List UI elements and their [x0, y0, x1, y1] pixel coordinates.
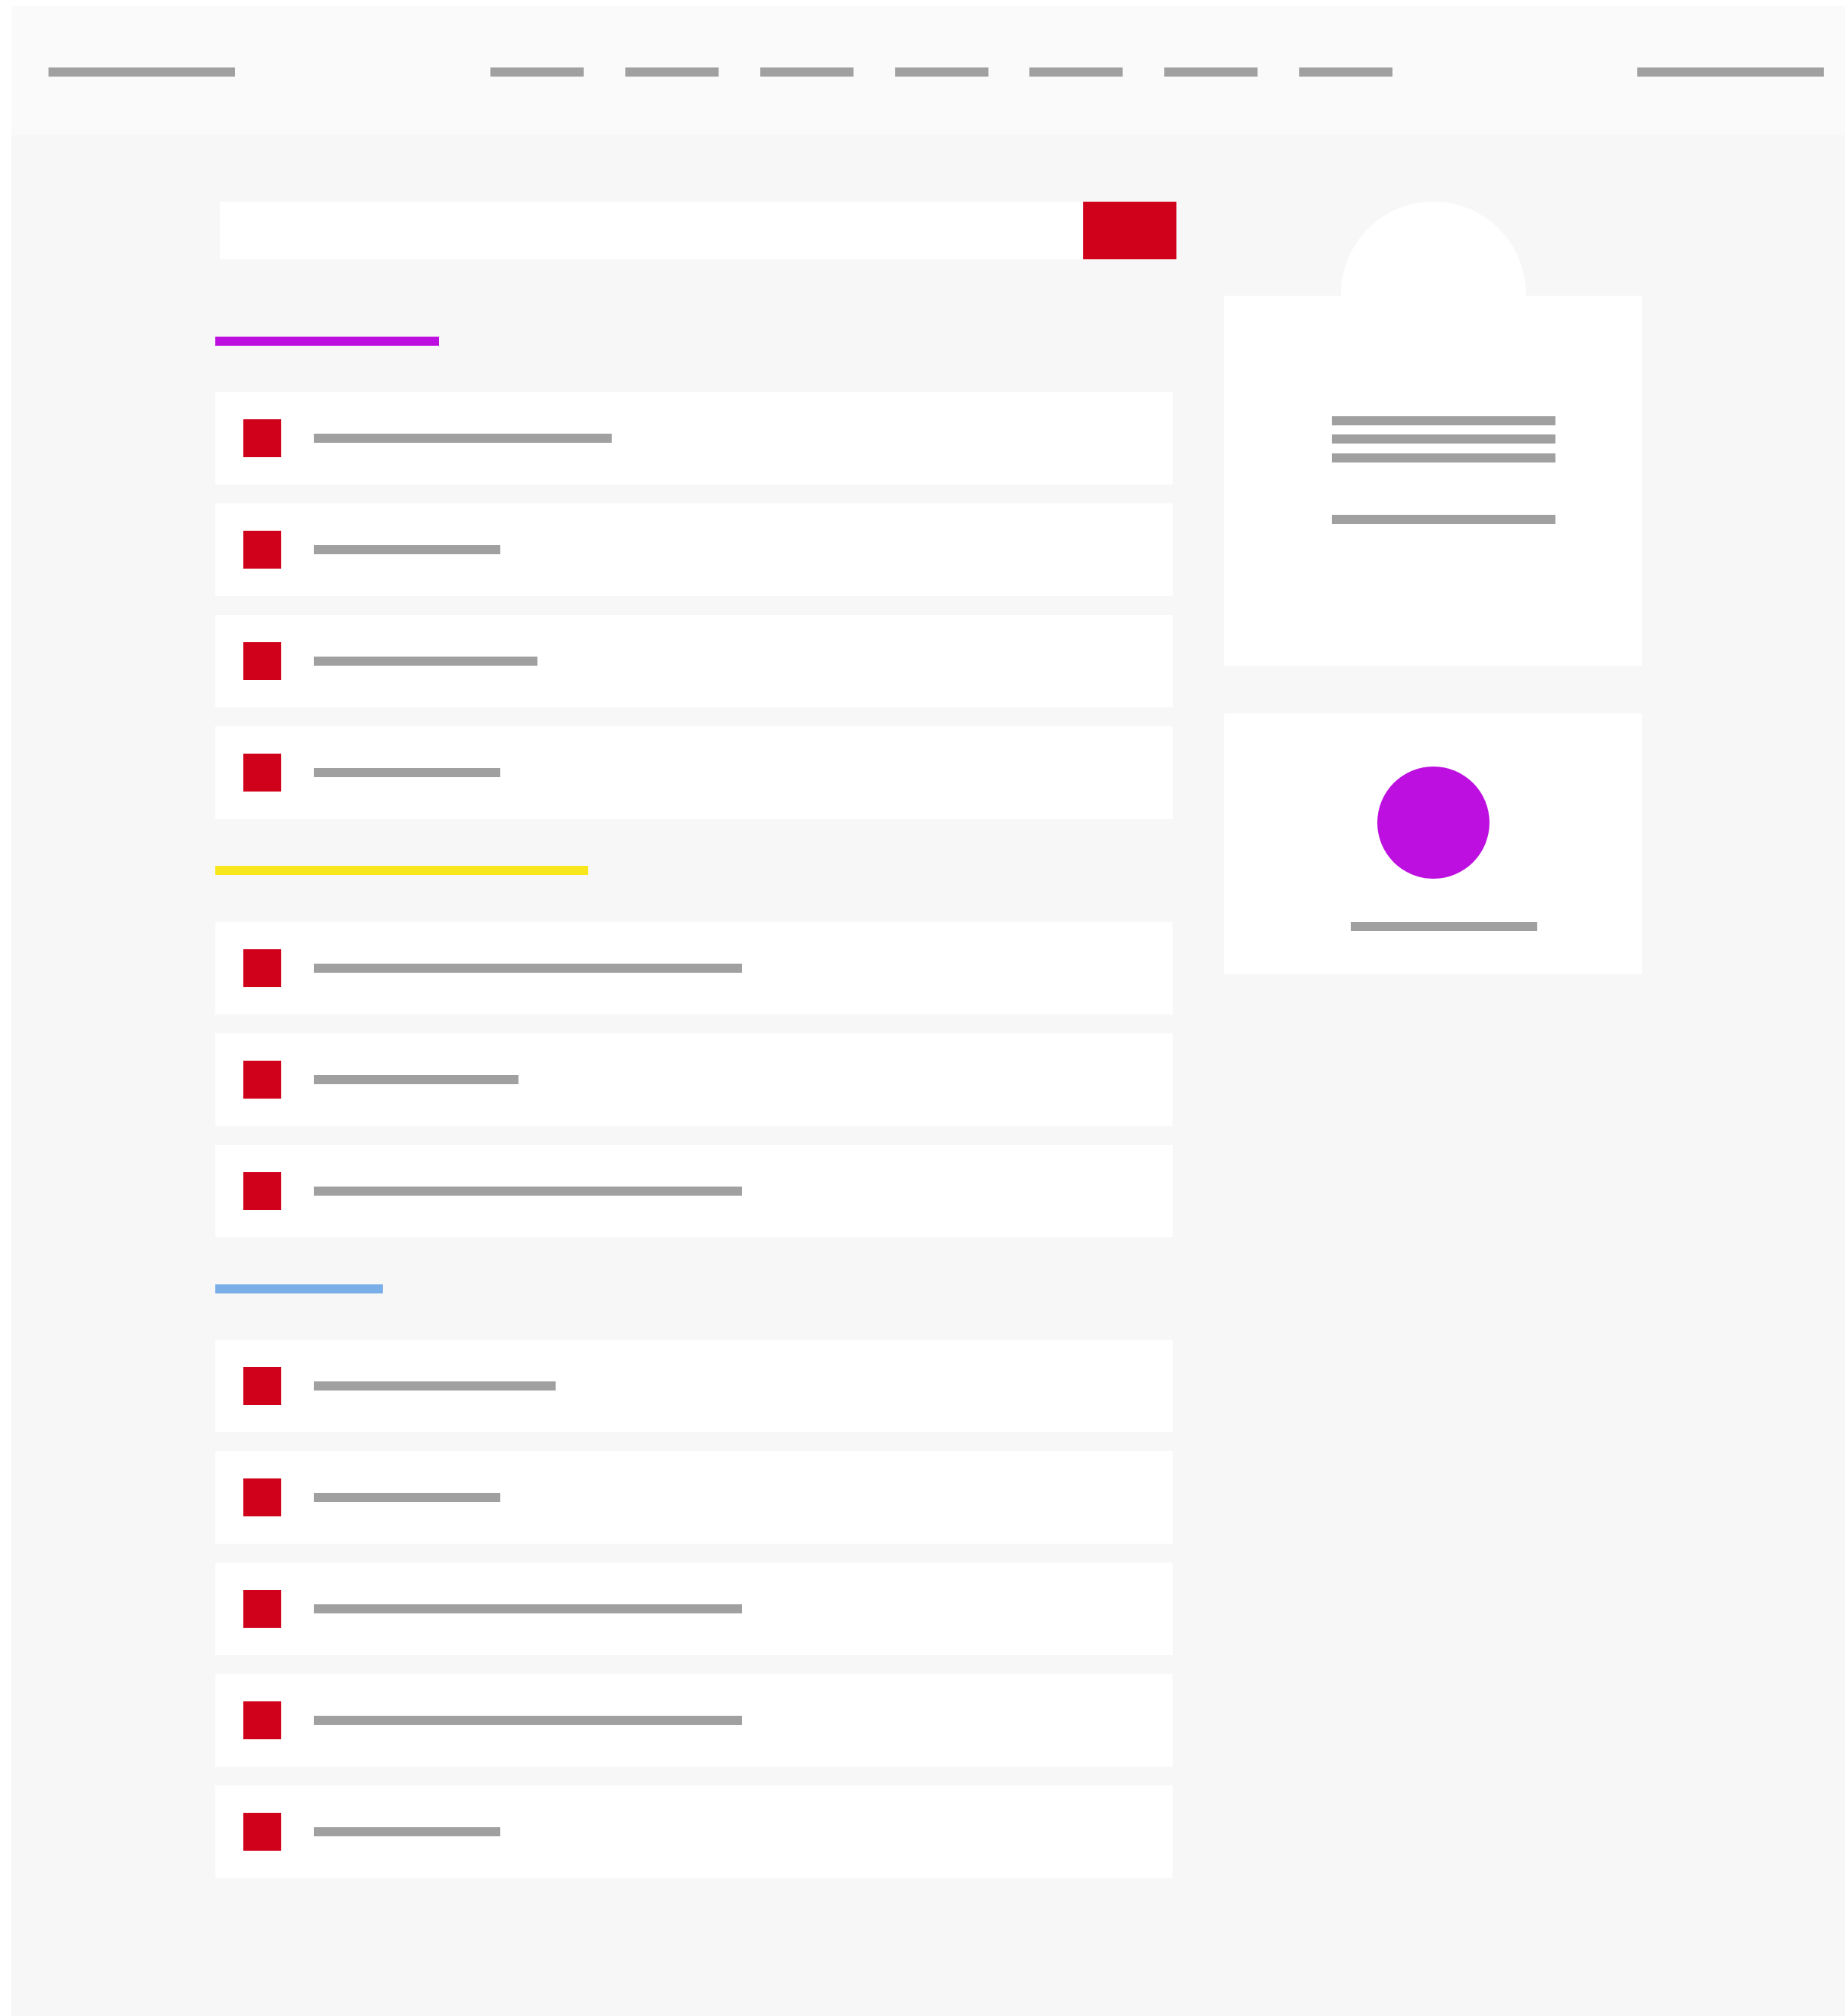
section-heading-1	[215, 337, 439, 346]
nav-item-4[interactable]	[895, 67, 988, 77]
top-navigation-bar	[11, 6, 1845, 135]
account-link[interactable]	[1637, 67, 1824, 77]
list-item-label	[314, 1716, 742, 1725]
profile-text-line	[1332, 453, 1555, 462]
section-heading-2	[215, 866, 588, 875]
nav-item-7[interactable]	[1299, 67, 1392, 77]
list-item[interactable]	[215, 1145, 1173, 1237]
list-item[interactable]	[215, 1451, 1173, 1544]
nav-item-1[interactable]	[490, 67, 584, 77]
red-square-icon	[243, 1478, 281, 1516]
red-square-icon	[243, 531, 281, 569]
red-square-icon	[243, 754, 281, 792]
list-item-label	[314, 768, 500, 777]
list-item-label	[314, 964, 742, 973]
search-input[interactable]	[220, 202, 1094, 259]
profile-text-line	[1332, 416, 1555, 425]
nav-item-5[interactable]	[1029, 67, 1123, 77]
list-item-label	[314, 1187, 742, 1196]
list-item-label	[314, 1493, 500, 1502]
list-item-label	[314, 1381, 556, 1391]
red-square-icon	[243, 1061, 281, 1099]
nav-item-2[interactable]	[625, 67, 719, 77]
profile-avatar[interactable]	[1341, 202, 1526, 387]
user-avatar[interactable]	[1377, 767, 1489, 879]
section-heading-3	[215, 1284, 383, 1293]
red-square-icon	[243, 642, 281, 680]
list-item[interactable]	[215, 1033, 1173, 1126]
red-square-icon	[243, 1813, 281, 1851]
red-square-icon	[243, 1701, 281, 1739]
red-square-icon	[243, 1172, 281, 1210]
search-button[interactable]	[1083, 202, 1176, 259]
list-item-label	[314, 1827, 500, 1836]
user-name	[1351, 922, 1537, 931]
list-item[interactable]	[215, 1786, 1173, 1878]
list-item[interactable]	[215, 615, 1173, 707]
nav-item-6[interactable]	[1164, 67, 1258, 77]
red-square-icon	[243, 1590, 281, 1628]
list-item[interactable]	[215, 1340, 1173, 1432]
red-square-icon	[243, 419, 281, 457]
list-item-label	[314, 657, 537, 666]
list-item[interactable]	[215, 726, 1173, 819]
list-item-label	[314, 434, 612, 443]
red-square-icon	[243, 1367, 281, 1405]
list-item-label	[314, 1075, 518, 1084]
red-square-icon	[243, 949, 281, 987]
profile-text-line	[1332, 434, 1555, 444]
list-item-label	[314, 1604, 742, 1613]
site-logo[interactable]	[49, 67, 235, 77]
list-item[interactable]	[215, 1674, 1173, 1767]
list-item[interactable]	[215, 1563, 1173, 1655]
nav-item-3[interactable]	[760, 67, 854, 77]
list-item[interactable]	[215, 922, 1173, 1014]
list-item[interactable]	[215, 392, 1173, 484]
list-item-label	[314, 545, 500, 554]
list-item[interactable]	[215, 503, 1173, 596]
profile-footer-line	[1332, 515, 1555, 524]
